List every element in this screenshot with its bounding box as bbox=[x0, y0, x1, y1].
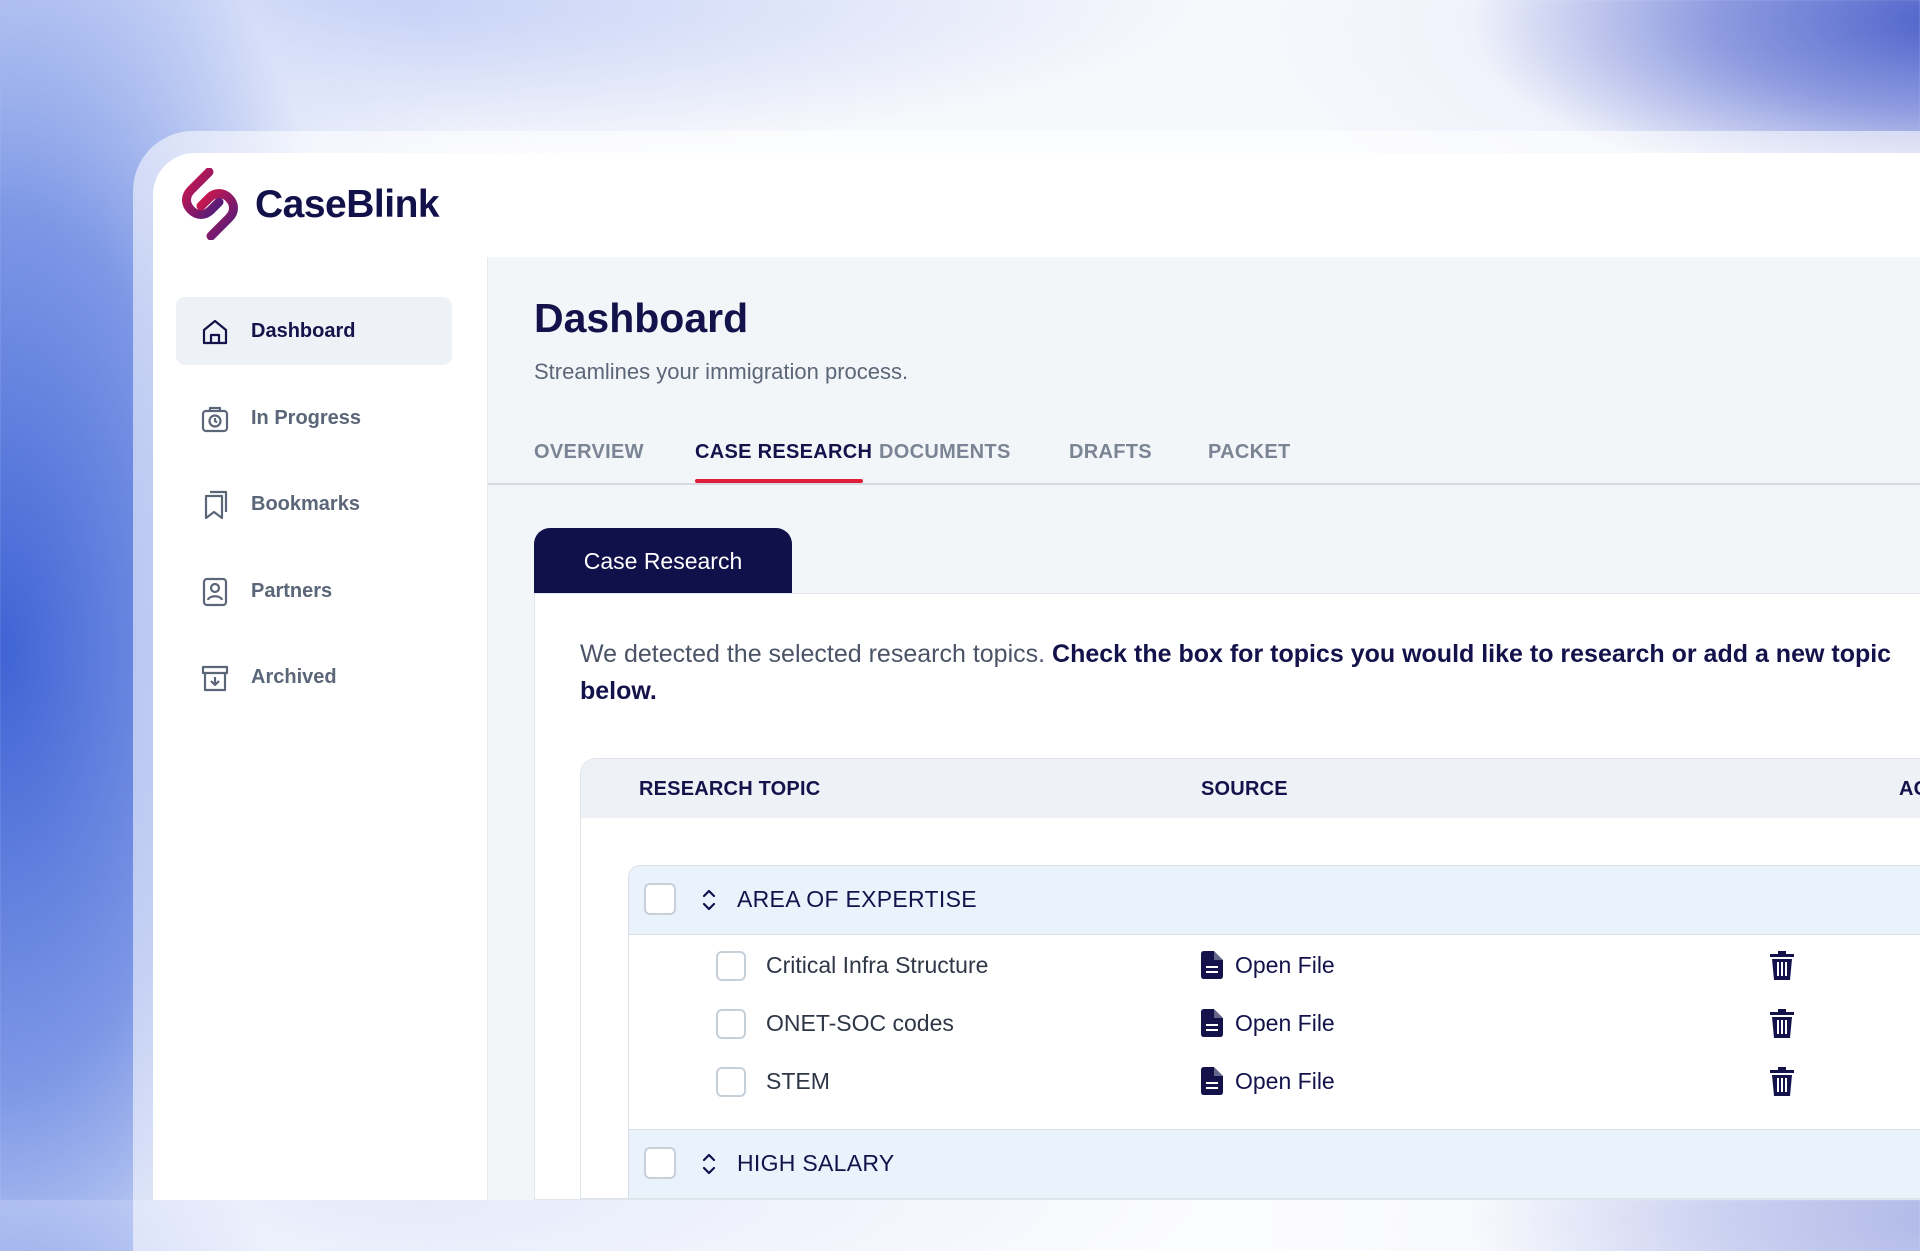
topic-name: STEM bbox=[766, 1068, 830, 1094]
table-row: Critical Infra Structure Open File bbox=[629, 936, 1920, 994]
intro-text: We detected the selected research topics… bbox=[580, 636, 1920, 710]
case-research-panel: We detected the selected research topics… bbox=[534, 593, 1920, 1200]
top-bar: CaseBlink bbox=[153, 153, 1920, 258]
group-checkbox[interactable] bbox=[644, 1147, 676, 1179]
group-label: AREA OF EXPERTISE bbox=[737, 886, 977, 912]
row-checkbox[interactable] bbox=[716, 951, 746, 981]
trash-icon[interactable] bbox=[1770, 1009, 1794, 1038]
page-subtitle: Streamlines your immigration process. bbox=[534, 359, 909, 384]
sidebar-item-archived[interactable]: Archived bbox=[176, 643, 452, 711]
column-header-actions: AC bbox=[1899, 778, 1920, 800]
panel-tab-case-research[interactable]: Case Research bbox=[534, 528, 792, 594]
sidebar-item-label: In Progress bbox=[251, 406, 362, 429]
sort-chevrons-icon[interactable] bbox=[701, 888, 717, 912]
brand-name: CaseBlink bbox=[255, 183, 440, 226]
tab-bar: OVERVIEW CASE RESEARCH DOCUMENTS DRAFTS … bbox=[488, 417, 1920, 485]
archive-box-icon bbox=[201, 665, 229, 692]
main-content: Dashboard Streamlines your immigration p… bbox=[488, 257, 1920, 1200]
row-checkbox[interactable] bbox=[716, 1067, 746, 1097]
sidebar-item-label: Dashboard bbox=[251, 319, 356, 342]
group-header[interactable]: HIGH SALARY bbox=[629, 1129, 1920, 1198]
home-icon bbox=[202, 319, 228, 345]
sidebar-item-label: Bookmarks bbox=[251, 492, 360, 515]
contact-book-icon bbox=[202, 577, 228, 607]
document-icon[interactable] bbox=[1201, 951, 1223, 979]
table-header: RESEARCH TOPIC SOURCE AC bbox=[581, 759, 1920, 818]
sidebar-item-dashboard[interactable]: Dashboard bbox=[176, 297, 452, 365]
column-header-source: SOURCE bbox=[1201, 778, 1288, 800]
active-tab-indicator bbox=[695, 479, 863, 483]
app-window: CaseBlink Dashboard In Progress Bookmark… bbox=[153, 153, 1920, 1200]
sidebar-item-label: Partners bbox=[251, 579, 333, 602]
group-label: HIGH SALARY bbox=[737, 1150, 895, 1176]
sidebar-item-label: Archived bbox=[251, 665, 337, 688]
sidebar: Dashboard In Progress Bookmarks Partners… bbox=[153, 257, 488, 1200]
column-header-research-topic: RESEARCH TOPIC bbox=[639, 778, 821, 800]
research-table: RESEARCH TOPIC SOURCE AC AREA OF EXPERTI… bbox=[580, 758, 1920, 1199]
document-icon[interactable] bbox=[1201, 1009, 1223, 1037]
open-file-link[interactable]: Open File bbox=[1235, 1010, 1335, 1037]
timer-bag-icon bbox=[201, 406, 229, 433]
tab-packet[interactable]: PACKET bbox=[1208, 441, 1291, 464]
topic-name: ONET-SOC codes bbox=[766, 1010, 954, 1036]
trash-icon[interactable] bbox=[1770, 951, 1794, 980]
open-file-link[interactable]: Open File bbox=[1235, 1068, 1335, 1095]
caseblink-logo-icon[interactable] bbox=[179, 168, 239, 240]
sort-chevrons-icon[interactable] bbox=[701, 1152, 717, 1176]
tab-overview[interactable]: OVERVIEW bbox=[534, 441, 644, 464]
open-file-link[interactable]: Open File bbox=[1235, 952, 1335, 979]
topic-group-container: AREA OF EXPERTISE Critical Infra Structu… bbox=[628, 865, 1920, 1198]
document-icon[interactable] bbox=[1201, 1067, 1223, 1095]
topic-name: Critical Infra Structure bbox=[766, 952, 989, 978]
table-row: STEM Open File bbox=[629, 1052, 1920, 1110]
table-row: ONET-SOC codes Open File bbox=[629, 994, 1920, 1052]
tab-case-research[interactable]: CASE RESEARCH bbox=[695, 441, 872, 464]
row-checkbox[interactable] bbox=[716, 1009, 746, 1039]
trash-icon[interactable] bbox=[1770, 1067, 1794, 1096]
bookmarks-icon bbox=[204, 490, 228, 520]
group-checkbox[interactable] bbox=[644, 883, 676, 915]
sidebar-item-bookmarks[interactable]: Bookmarks bbox=[176, 470, 452, 538]
tab-drafts[interactable]: DRAFTS bbox=[1069, 441, 1152, 464]
page-title: Dashboard bbox=[534, 295, 749, 341]
sidebar-item-in-progress[interactable]: In Progress bbox=[176, 384, 452, 452]
sidebar-item-partners[interactable]: Partners bbox=[176, 557, 452, 625]
intro-plain: We detected the selected research topics… bbox=[580, 640, 1053, 668]
tab-documents[interactable]: DOCUMENTS bbox=[879, 441, 1011, 464]
group-header[interactable]: AREA OF EXPERTISE bbox=[629, 866, 1920, 935]
